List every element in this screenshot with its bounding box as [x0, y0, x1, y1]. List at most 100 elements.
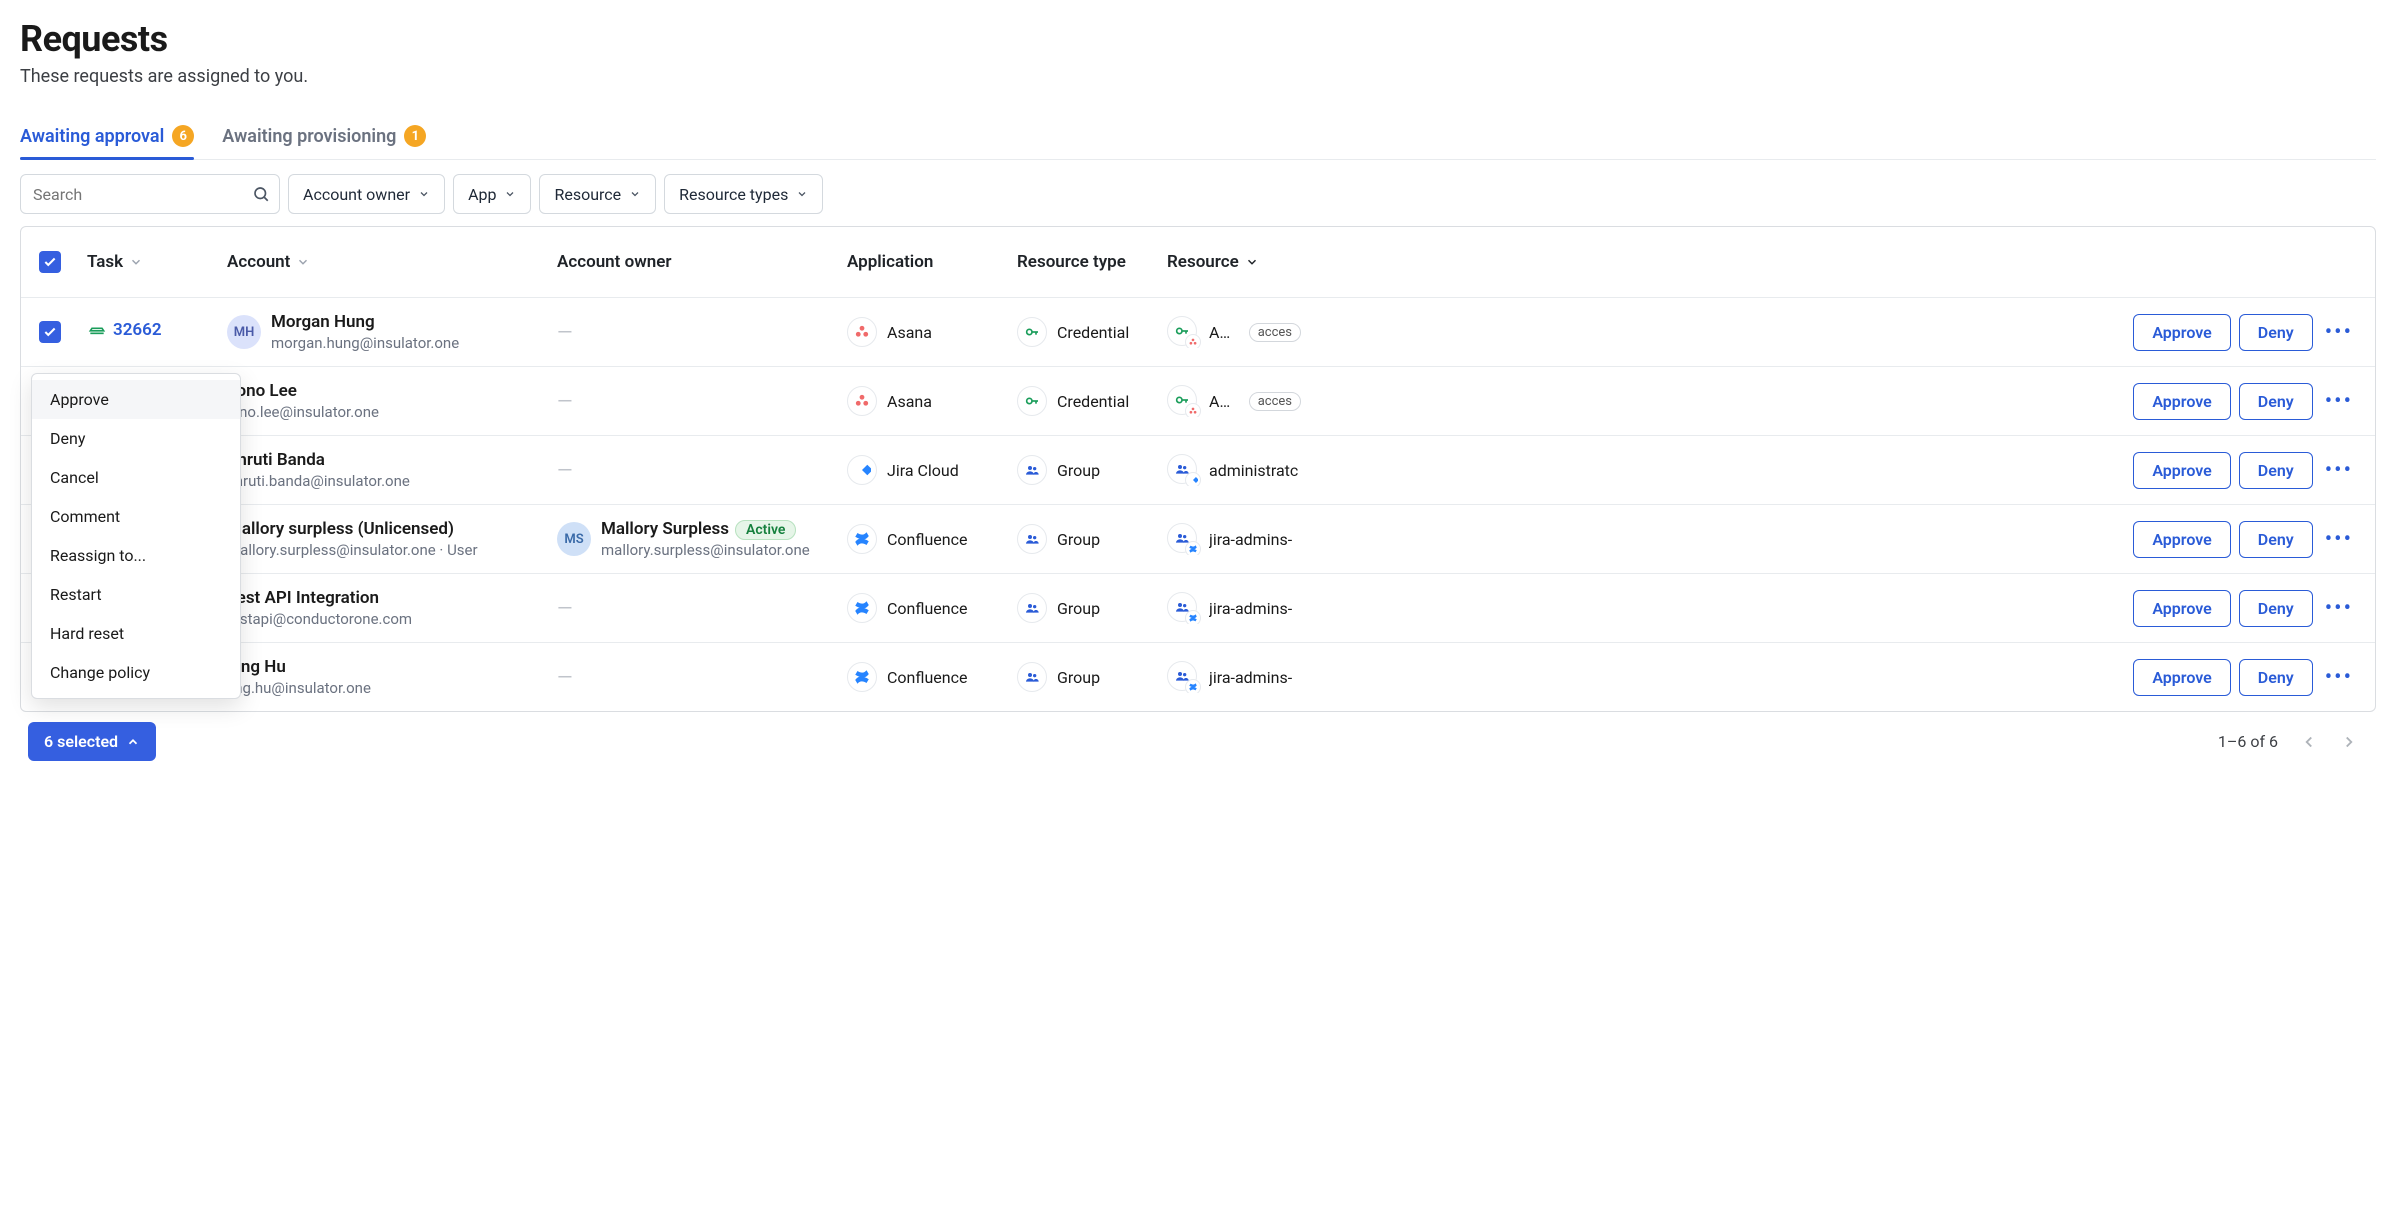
bulk-action-menu: ApproveDenyCancelCommentReassign to...Re… [31, 373, 241, 699]
menu-item-restart[interactable]: Restart [32, 575, 240, 614]
group-icon [1017, 593, 1047, 623]
filter-account-owner[interactable]: Account owner [288, 174, 445, 214]
col-task[interactable]: Task [79, 252, 219, 272]
deny-button[interactable]: Deny [2239, 521, 2313, 558]
table-footer: 6 selected 1–6 of 6 [20, 712, 2376, 761]
tabs: Awaiting approval6 Awaiting provisioning1 [20, 117, 2376, 160]
application-name: Confluence [887, 530, 967, 549]
menu-item-comment[interactable]: Comment [32, 497, 240, 536]
empty-value: — [557, 389, 573, 413]
resource-icon [1167, 592, 1199, 624]
page-prev[interactable] [2300, 733, 2318, 751]
resource-type-name: Group [1057, 461, 1100, 480]
approve-button[interactable]: Approve [2133, 590, 2230, 627]
table-row: Mallory surpless (Unlicensed) mallory.sur… [21, 504, 2375, 573]
group-icon [1017, 524, 1047, 554]
pagination: 1–6 of 6 [2218, 732, 2358, 751]
menu-item-cancel[interactable]: Cancel [32, 458, 240, 497]
account-email: jing.hu@insulator.one [227, 679, 371, 697]
task-id: 32662 [113, 320, 162, 340]
avatar: MS [557, 522, 591, 556]
resource-type-name: Credential [1057, 392, 1129, 411]
col-resource[interactable]: Resource [1159, 252, 1309, 272]
menu-item-approve[interactable]: Approve [32, 380, 240, 419]
row-checkbox[interactable] [39, 321, 61, 343]
account-name: Test API Integration [227, 588, 412, 608]
confluence-icon [847, 662, 877, 692]
owner-email: mallory.surpless@insulator.one [601, 541, 810, 559]
tab-awaiting-approval[interactable]: Awaiting approval6 [20, 117, 194, 159]
resource-type-name: Group [1057, 668, 1100, 687]
filter-label: App [468, 185, 496, 204]
approve-button[interactable]: Approve [2133, 452, 2230, 489]
key-icon [1017, 386, 1047, 416]
menu-item-change-policy[interactable]: Change policy [32, 653, 240, 692]
filter-app[interactable]: App [453, 174, 531, 214]
chevron-down-icon [796, 188, 808, 200]
status-badge: Active [735, 520, 796, 540]
resource-type-name: Group [1057, 599, 1100, 618]
more-actions-button[interactable]: ••• [2321, 527, 2357, 552]
filter-resource[interactable]: Resource [539, 174, 656, 214]
approve-button[interactable]: Approve [2133, 383, 2230, 420]
application-name: Asana [887, 392, 932, 411]
more-actions-button[interactable]: ••• [2321, 320, 2357, 345]
deny-button[interactable]: Deny [2239, 452, 2313, 489]
table-row: Jono Leejono.lee@insulator.one—AsanaCred… [21, 366, 2375, 435]
search-input[interactable] [20, 174, 280, 214]
owner-name: Mallory Surpless [601, 519, 729, 539]
col-resource-type-label: Resource type [1017, 252, 1126, 272]
search-icon [252, 185, 270, 203]
page-title: Requests [20, 18, 2376, 60]
resource-type-name: Credential [1057, 323, 1129, 342]
tab-awaiting-provisioning[interactable]: Awaiting provisioning1 [222, 117, 426, 159]
menu-item-hard-reset[interactable]: Hard reset [32, 614, 240, 653]
chevron-up-icon [126, 735, 140, 749]
approve-button[interactable]: Approve [2133, 314, 2230, 351]
filter-label: Resource types [679, 185, 788, 204]
chevron-down-icon [629, 188, 641, 200]
page-next[interactable] [2340, 733, 2358, 751]
menu-item-reassign-to[interactable]: Reassign to... [32, 536, 240, 575]
col-owner-label: Account owner [557, 252, 672, 272]
filter-label: Account owner [303, 185, 410, 204]
approve-button[interactable]: Approve [2133, 659, 2230, 696]
deny-button[interactable]: Deny [2239, 659, 2313, 696]
tab-badge: 6 [172, 125, 194, 147]
table-row: Test API Integrationtestapi@conductorone… [21, 573, 2375, 642]
deny-button[interactable]: Deny [2239, 590, 2313, 627]
approve-button[interactable]: Approve [2133, 521, 2230, 558]
select-all-checkbox[interactable] [39, 251, 61, 273]
more-actions-button[interactable]: ••• [2321, 389, 2357, 414]
col-task-label: Task [87, 252, 123, 272]
application-name: Confluence [887, 599, 967, 618]
empty-value: — [557, 665, 573, 689]
more-actions-button[interactable]: ••• [2321, 458, 2357, 483]
bulk-selected-button[interactable]: 6 selected [28, 722, 156, 761]
task-link[interactable]: 32662 [87, 320, 162, 340]
resource-name: Asana [1209, 392, 1235, 411]
more-actions-button[interactable]: ••• [2321, 596, 2357, 621]
deny-button[interactable]: Deny [2239, 314, 2313, 351]
table-header: Task Account Account owner Application R… [21, 227, 2375, 297]
account-name: Mallory surpless (Unlicensed) [227, 519, 478, 539]
tab-badge: 1 [404, 125, 426, 147]
account-email: shruti.banda@insulator.one [227, 472, 410, 490]
resource-icon [1167, 316, 1199, 348]
more-actions-button[interactable]: ••• [2321, 665, 2357, 690]
resource-name: jira-admins- [1209, 668, 1292, 687]
confluence-icon [847, 524, 877, 554]
resource-name: jira-admins- [1209, 599, 1292, 618]
col-application: Application [839, 252, 1009, 272]
deny-button[interactable]: Deny [2239, 383, 2313, 420]
resource-icon [1167, 385, 1199, 417]
resource-icon [1167, 523, 1199, 555]
filter-resource-types[interactable]: Resource types [664, 174, 823, 214]
resource-pill: acces [1249, 323, 1301, 342]
requests-table: Task Account Account owner Application R… [20, 226, 2376, 712]
menu-item-deny[interactable]: Deny [32, 419, 240, 458]
table-row: Jing Hujing.hu@insulator.one—ConfluenceG… [21, 642, 2375, 711]
col-account[interactable]: Account [219, 252, 549, 272]
application-name: Confluence [887, 668, 967, 687]
chevron-down-icon [129, 255, 143, 269]
